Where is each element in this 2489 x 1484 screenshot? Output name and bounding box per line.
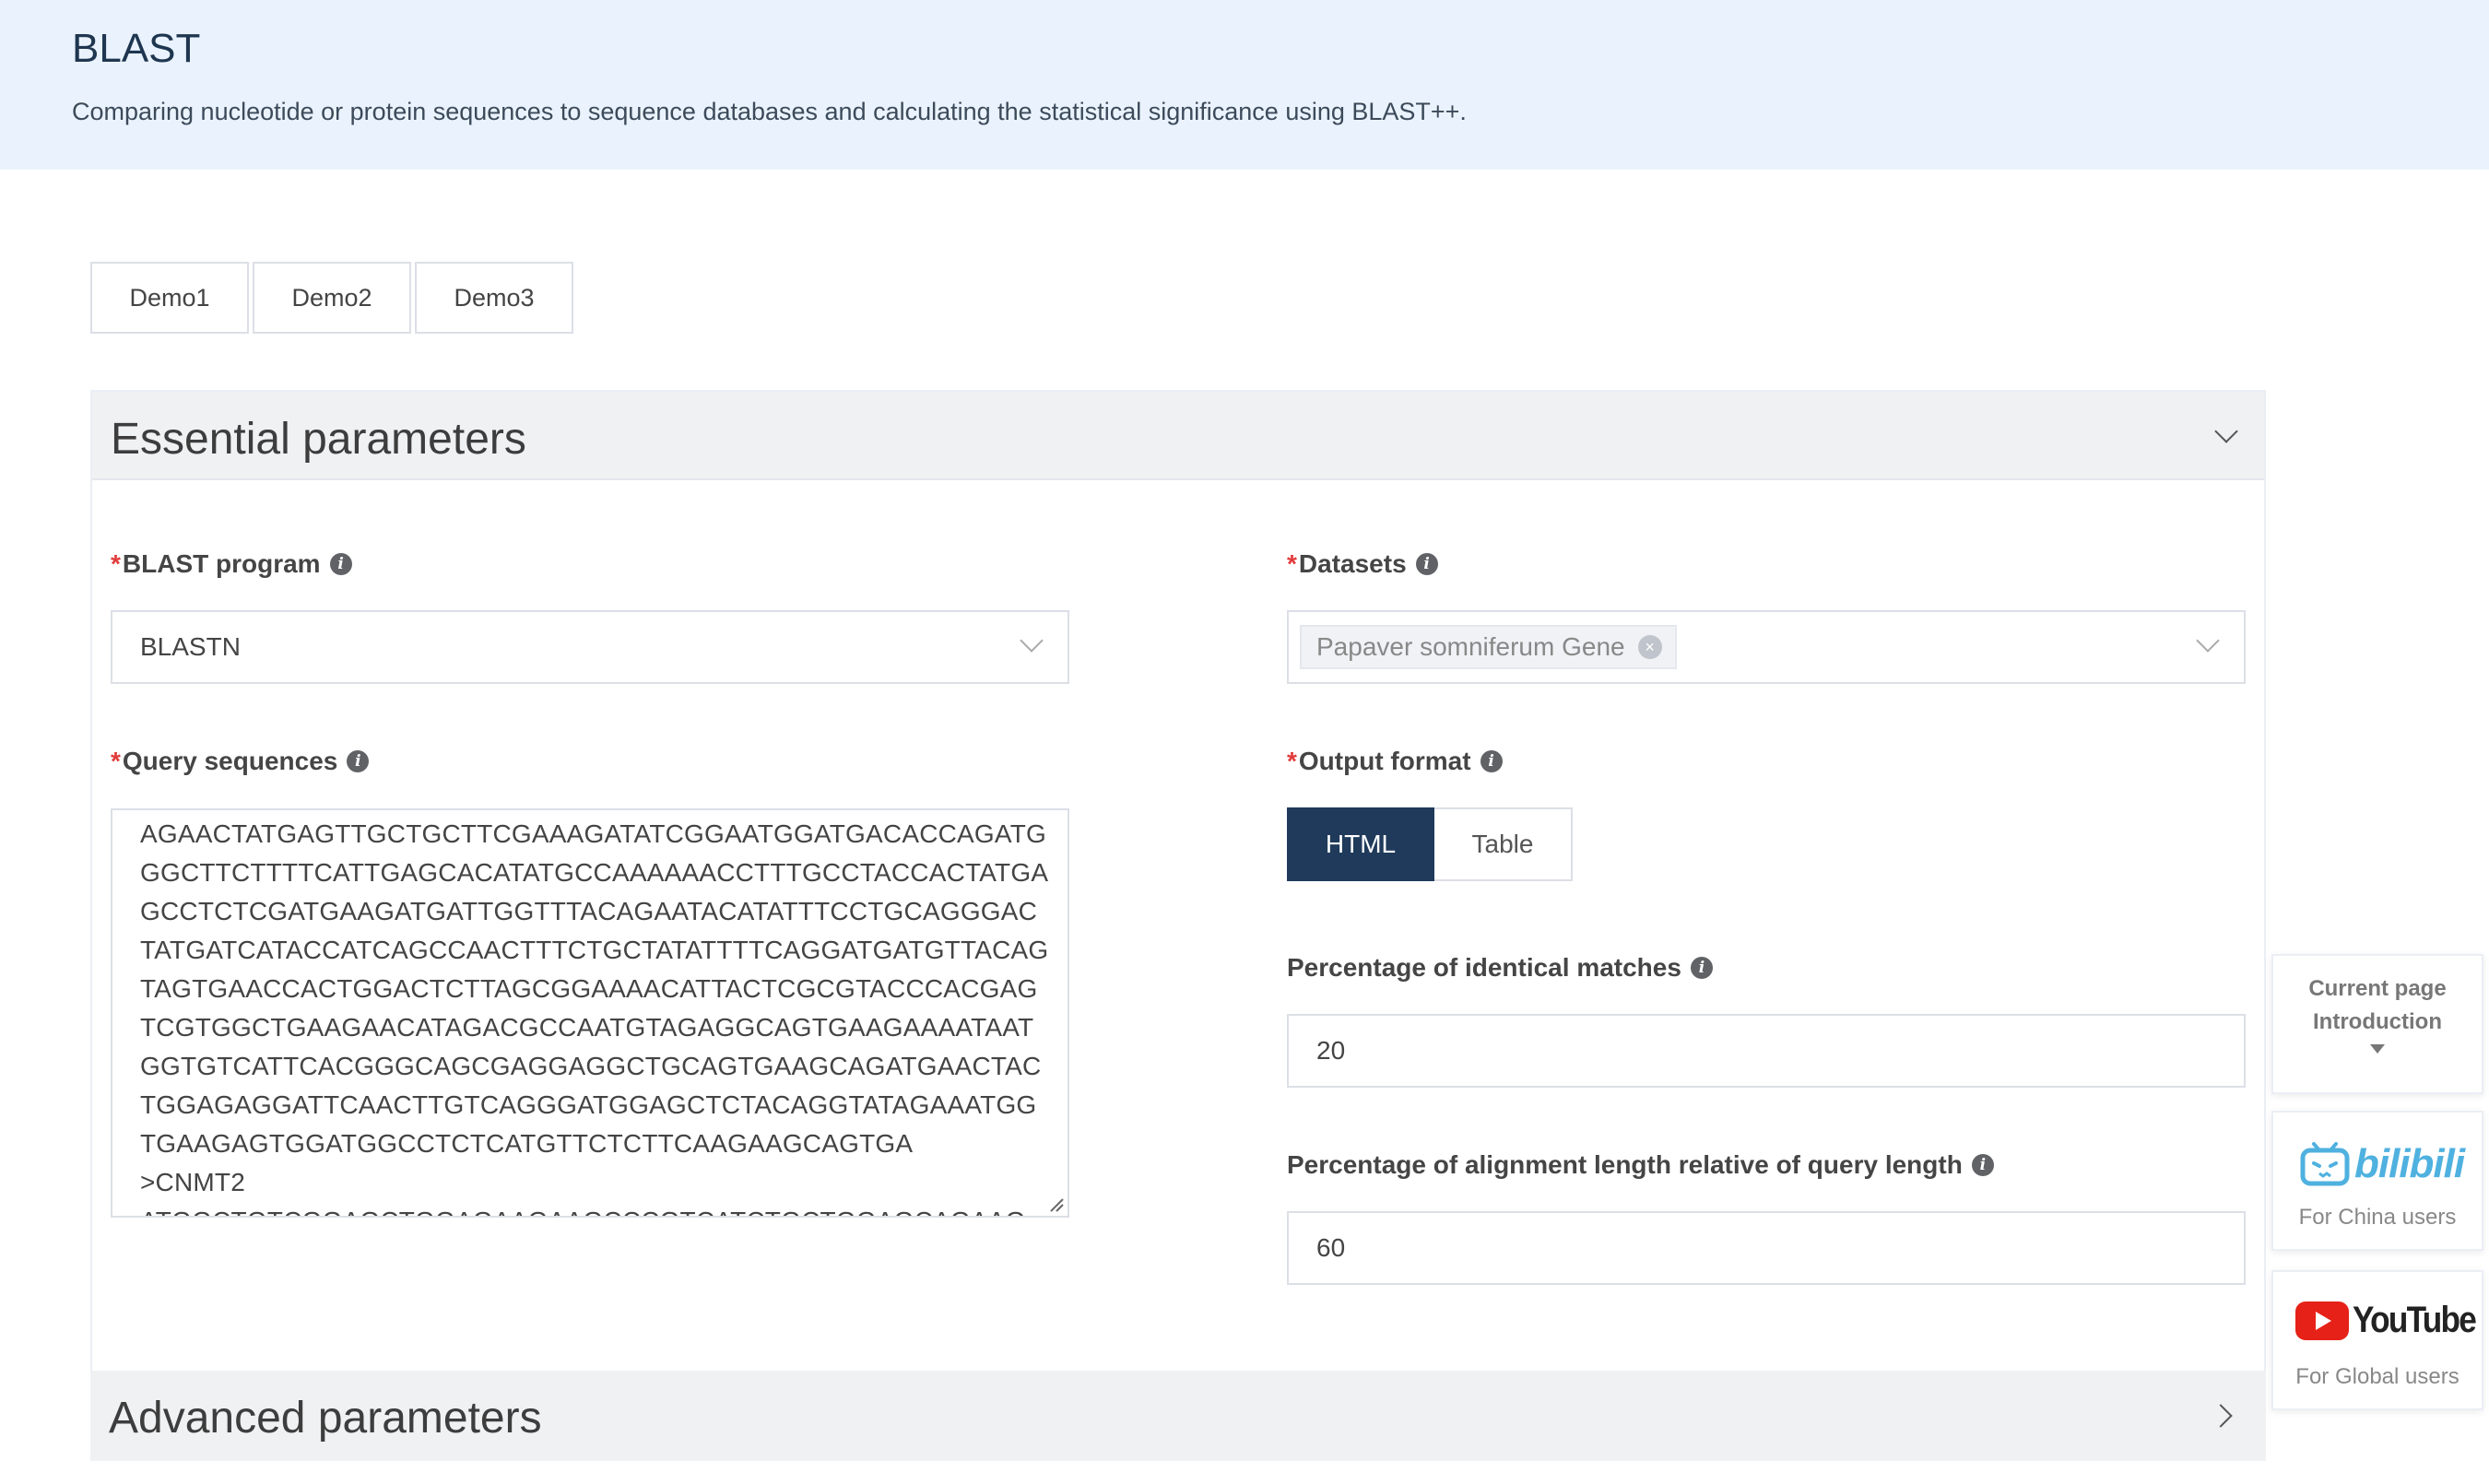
query-sequences-label: * Query sequences i (111, 747, 370, 776)
bilibili-card[interactable]: bilibili For China users (2271, 1111, 2483, 1251)
youtube-wordmark: YouTube (2353, 1300, 2477, 1340)
datasets-label-text: Datasets (1298, 549, 1407, 578)
sequence-line: TGAAGAGTGGATGGCCTCTCATGTTCTCTTCAAGAAGCAG… (140, 1129, 914, 1158)
identity-value: 20 (1316, 1036, 1346, 1065)
bilibili-tv-icon (2300, 1142, 2350, 1186)
essential-parameters-title: Essential parameters (111, 415, 526, 464)
sequence-line: GGCTTCTTTTCATTGAGCACATATGCCAAAAAACCTTTGC… (140, 858, 1049, 887)
identity-label-text: Percentage of identical matches (1287, 953, 1681, 982)
dataset-tag-label: Papaver somniferum Gene (1316, 632, 1625, 661)
info-icon[interactable]: i (347, 750, 370, 772)
chevron-right-icon (2209, 1404, 2233, 1428)
youtube-play-icon (2295, 1301, 2349, 1340)
info-icon[interactable]: i (1690, 957, 1713, 979)
identity-input[interactable]: 20 (1287, 1014, 2246, 1088)
required-mark: * (1287, 747, 1297, 775)
youtube-caption: For Global users (2295, 1364, 2460, 1389)
required-mark: * (1287, 549, 1297, 578)
demo3-button[interactable]: Demo3 (415, 262, 573, 334)
blast-program-select[interactable]: BLASTN (111, 610, 1069, 684)
sequence-line: GGTGTCATTCACGGGCAGCGAGGAGGCTGCAGTGAAGCAG… (140, 1052, 1042, 1080)
output-format-label-text: Output format (1298, 747, 1471, 775)
coverage-value: 60 (1316, 1233, 1346, 1262)
sequence-line: TATGATCATACCATCAGCCAACTTTCTGCTATATTTTCAG… (140, 936, 1049, 964)
blast-program-value: BLASTN (140, 632, 241, 661)
sequence-line: TGGAGAGGATTCAACTTGTCAGGGATGGAGCTCTACAGGT… (140, 1090, 1037, 1119)
demo2-button[interactable]: Demo2 (253, 262, 411, 334)
sequence-line: ATGGCTGTCGGAGCTGGAGAAGAAGCCCGTCATCTGCTGG… (140, 1207, 1026, 1216)
caret-down-icon (2370, 1044, 2385, 1054)
sequence-line: TAGTGAACCACTGGACTCTTAGCGGAAAACATTACTCGCG… (140, 974, 1038, 1003)
required-mark: * (111, 549, 121, 578)
chevron-down-icon (1020, 629, 1044, 653)
dataset-tag: Papaver somniferum Gene × (1300, 625, 1677, 669)
info-icon[interactable]: i (1971, 1154, 1994, 1176)
query-sequences-label-text: Query sequences (122, 747, 338, 775)
blast-program-label: * BLAST program i (111, 549, 352, 579)
chevron-down-icon (2196, 629, 2220, 653)
sequence-line: GCCTCTCGATGAAGATGATTGGTTTACAGAATACATATTT… (140, 897, 1038, 925)
intro-line2: Introduction (2313, 1009, 2442, 1034)
demo-button-group: Demo1 Demo2 Demo3 (90, 262, 577, 334)
close-icon[interactable]: × (1637, 635, 1662, 659)
blast-program-label-text: BLAST program (122, 549, 321, 578)
output-table-option[interactable]: Table (1434, 807, 1573, 881)
bilibili-caption: For China users (2298, 1205, 2457, 1230)
page-subtitle: Comparing nucleotide or protein sequence… (72, 98, 1467, 125)
sequence-line: AGAACTATGAGTTGCTGCTTCGAAAGATATCGGAATGGAT… (140, 819, 1046, 848)
page-header: BLAST Comparing nucleotide or protein se… (0, 0, 2489, 170)
output-format-label: * Output format i (1287, 747, 1503, 776)
advanced-parameters-title: Advanced parameters (109, 1394, 542, 1443)
datasets-select[interactable]: Papaver somniferum Gene × (1287, 610, 2246, 684)
coverage-label: Percentage of alignment length relative … (1287, 1150, 1994, 1180)
output-html-option[interactable]: HTML (1287, 807, 1434, 881)
identity-label: Percentage of identical matches i (1287, 953, 1713, 983)
info-icon[interactable]: i (1415, 553, 1438, 575)
query-sequences-textarea[interactable]: AGAACTATGAGTTGCTGCTTCGAAAGATATCGGAATGGAT… (111, 808, 1069, 1218)
info-icon[interactable]: i (329, 553, 352, 575)
coverage-input[interactable]: 60 (1287, 1211, 2246, 1285)
sequence-line: TCGTGGCTGAAGAACATAGACGCCAATGTAGAGGCAGTGA… (140, 1013, 1034, 1042)
resize-handle-icon[interactable] (1047, 1195, 1064, 1212)
info-icon[interactable]: i (1480, 750, 1503, 772)
chevron-down-icon (2214, 419, 2238, 443)
sequence-line: >CNMT2 (140, 1168, 245, 1196)
bilibili-wordmark: bilibili (2354, 1141, 2465, 1186)
essential-parameters-header[interactable]: Essential parameters (92, 392, 2264, 480)
current-page-introduction-card[interactable]: Current page Introduction (2271, 954, 2483, 1094)
required-mark: * (111, 747, 121, 775)
page-title: BLAST (72, 26, 201, 71)
youtube-card[interactable]: YouTube For Global users (2271, 1270, 2483, 1410)
intro-line1: Current page (2308, 976, 2447, 1001)
output-format-radio-group: HTML Table (1287, 807, 1573, 881)
youtube-logo: YouTube (2295, 1300, 2489, 1341)
bilibili-logo: bilibili (2299, 1138, 2465, 1190)
advanced-parameters-header[interactable]: Advanced parameters (90, 1371, 2266, 1461)
demo1-button[interactable]: Demo1 (90, 262, 249, 334)
datasets-label: * Datasets i (1287, 549, 1438, 579)
coverage-label-text: Percentage of alignment length relative … (1287, 1150, 1963, 1179)
